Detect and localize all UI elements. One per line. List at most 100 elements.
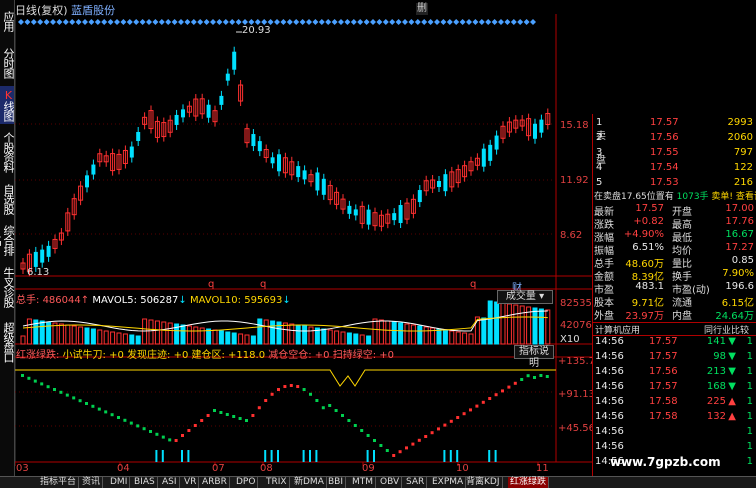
signal-tick — [181, 450, 183, 462]
arrow-up-icon: ▲ — [728, 396, 736, 407]
left-tab-2[interactable]: K线图 — [0, 86, 15, 124]
indicator-dot — [181, 434, 184, 437]
signal-tick — [161, 450, 164, 462]
signal-diamond — [338, 19, 344, 25]
left-tab-5[interactable]: 综合排名 — [0, 222, 15, 258]
indicator-dot — [142, 427, 146, 431]
signal-diamond — [421, 19, 428, 25]
bottom-tab-TRIX[interactable]: TRIX — [264, 477, 290, 488]
tab-industry[interactable]: 计算机应用 — [595, 323, 640, 336]
kline-body — [257, 141, 262, 152]
bottom-tab-OBV[interactable]: OBV — [378, 477, 403, 488]
tick-row: 14:56 1 — [595, 426, 753, 437]
left-tab-7[interactable]: 超级盘口 — [0, 318, 15, 366]
q-marker[interactable]: q — [208, 279, 214, 290]
signal-diamond — [133, 19, 140, 25]
arrow-down-icon: ▼ — [728, 351, 736, 362]
volume-bar — [231, 332, 237, 345]
signal-diamond — [440, 19, 447, 25]
volume-bar — [417, 325, 423, 345]
signal-diamond — [114, 19, 120, 25]
signal-diamond — [146, 19, 152, 25]
volume-bar — [519, 305, 525, 345]
q-marker[interactable]: q — [260, 279, 266, 290]
kline-body — [398, 205, 403, 224]
indicator-dot — [46, 385, 50, 389]
q-marker[interactable]: q — [470, 279, 476, 290]
signal-diamond — [382, 19, 389, 25]
volume-bar — [410, 324, 416, 345]
date-label: 04 — [117, 463, 130, 474]
volume-indicator-select[interactable]: 成交量 ▾ — [497, 290, 553, 304]
chevron-down-icon: ▾ — [539, 291, 545, 302]
bottom-tab-EXPMA[interactable]: EXPMA — [430, 477, 467, 488]
date-label: 07 — [212, 463, 225, 474]
volume-bar — [90, 328, 96, 345]
volume-bar — [308, 326, 314, 345]
bottom-tab-BIAS[interactable]: BIAS — [132, 477, 158, 488]
view-detail-link[interactable]: 查看详细 — [736, 192, 756, 202]
signal-tick — [449, 450, 452, 462]
indicator-dot — [245, 419, 248, 422]
tab-peer-compare[interactable]: 同行业比较 — [704, 323, 749, 336]
indicator-dot — [21, 374, 24, 377]
tick-row: 14:56 1 — [595, 441, 753, 452]
bottom-tab-VR[interactable]: VR — [182, 477, 200, 488]
left-tab-4[interactable]: 自选股 — [0, 180, 15, 218]
indicator-dot — [91, 404, 95, 408]
kline-body — [129, 146, 134, 158]
bottom-tab-资讯[interactable]: 资讯 — [80, 477, 104, 488]
bottom-tab-DPO[interactable]: DPO — [234, 477, 259, 488]
kline-chart[interactable] — [15, 14, 592, 476]
indicator-dot — [53, 388, 56, 391]
volume-bar — [186, 325, 192, 345]
signal-diamond — [37, 19, 44, 25]
signal-diamond — [459, 19, 466, 25]
tick-list: 14:56 17.57 141 ▼ 1 14:56 17.57 98 ▼ 1 14:56 17.56 2… — [592, 336, 756, 474]
indicator-dot — [417, 438, 421, 442]
bottom-tab-指标平台[interactable]: 指标平台 — [38, 477, 80, 488]
kline-body — [181, 109, 185, 118]
sell-level-row[interactable]: 3 17.55 797 — [592, 147, 756, 160]
bottom-tab-背离KDJ[interactable]: 背离KDJ — [464, 477, 503, 488]
left-tab-1[interactable]: 分时图 — [0, 44, 15, 82]
bottom-tab-新DMA[interactable]: 新DMA — [292, 477, 327, 488]
quote-row: 市盈 483.1 市盈(动) 196.6 — [594, 281, 754, 296]
indicator-dot — [462, 412, 466, 416]
bottom-tab-SAR[interactable]: SAR — [404, 477, 428, 488]
indicator-dot — [104, 410, 108, 414]
volume-bar — [58, 323, 64, 345]
volume-axis-label: X10 — [560, 334, 580, 345]
volume-bar — [391, 321, 397, 345]
indicator-dot — [219, 411, 223, 414]
signal-tick — [309, 450, 311, 462]
volume-bar — [46, 321, 52, 345]
sell-level-row[interactable]: 2 17.56 2060 — [592, 132, 756, 145]
signal-diamond — [478, 19, 485, 25]
bottom-tab-MTM[interactable]: MTM — [350, 477, 377, 488]
volume-bar — [110, 331, 116, 345]
quote-grid: 最新 17.57 开盘 17.00 涨跌 +0.82 最高 17.76 涨幅 +4.90% 最低 16… — [594, 203, 756, 323]
bottom-tab-DMI[interactable]: DMI — [108, 477, 131, 488]
left-tab-6[interactable]: 牛叉诊股 — [0, 260, 15, 314]
signal-diamond — [222, 19, 229, 25]
date-label: 11 — [536, 463, 549, 474]
indicator-axis-label: +91.13 — [558, 389, 596, 400]
kline-body — [417, 190, 422, 203]
bottom-tab-ASI[interactable]: ASI — [160, 477, 180, 488]
indicator-help-button[interactable]: 指标说明 — [514, 345, 554, 369]
indicator-dot — [40, 382, 44, 386]
bottom-tab-红涨绿跌[interactable]: 红涨绿跌 — [508, 477, 550, 488]
volume-bar — [39, 320, 45, 345]
left-tab-0[interactable]: 应用 — [0, 2, 15, 40]
signal-diamond — [50, 19, 56, 25]
sell-level-row[interactable]: 1 17.57 2993 — [592, 117, 756, 130]
sell-level-row[interactable]: 4 17.54 122 — [592, 162, 756, 175]
signal-diamond — [216, 19, 223, 25]
signal-diamond — [274, 19, 280, 25]
bottom-tab-BBI[interactable]: BBI — [326, 477, 347, 488]
kline-body — [270, 157, 275, 164]
indicator-dot — [481, 400, 485, 404]
left-tab-3[interactable]: 个股资料 — [0, 128, 15, 176]
bottom-tab-ARBR[interactable]: ARBR — [200, 477, 230, 488]
